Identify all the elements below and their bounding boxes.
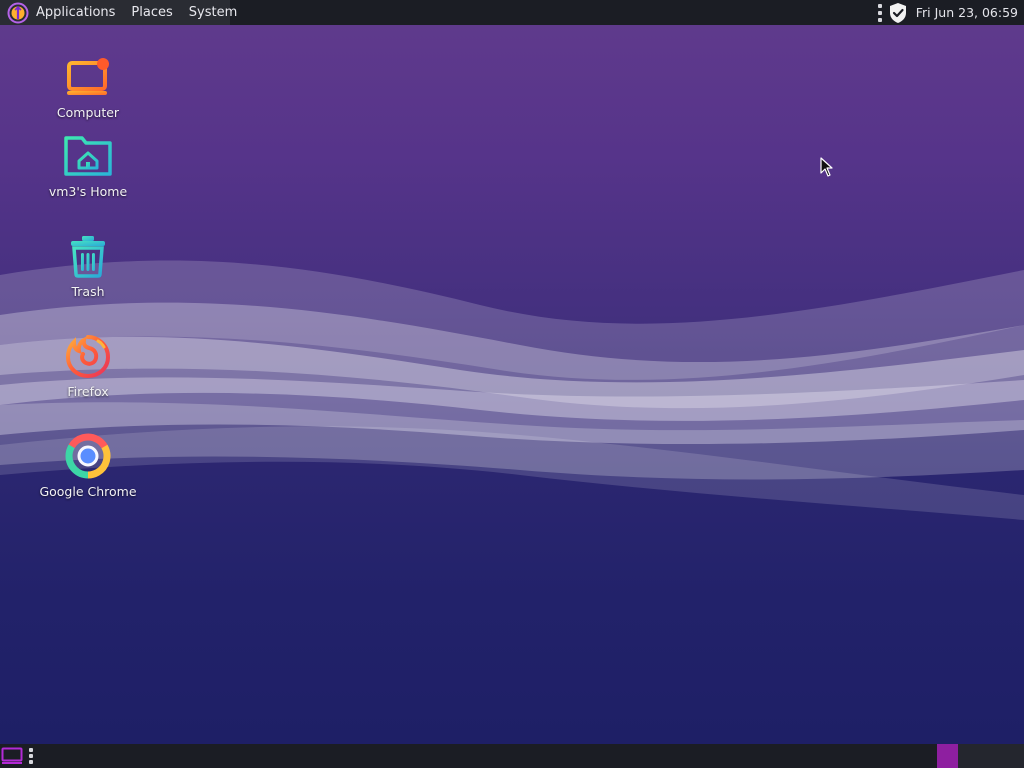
desktop-icon-label: Google Chrome <box>39 484 137 499</box>
more-dots-icon[interactable] <box>877 3 883 22</box>
menu-applications[interactable]: Applications <box>31 0 120 25</box>
workspace-switcher-1[interactable] <box>937 744 958 768</box>
system-tray: Fri Jun 23, 06:59 <box>877 0 1024 25</box>
desktop-icon-label: Computer <box>56 105 120 120</box>
bottom-panel <box>0 744 1024 768</box>
desktop-icon-home[interactable]: vm3's Home <box>28 130 148 199</box>
desktop-icon-computer[interactable]: Computer <box>28 51 148 120</box>
applications-logo-icon[interactable] <box>7 2 29 24</box>
workspace-switcher-2[interactable] <box>958 744 1024 768</box>
desktop-background[interactable]: Computer vm3's Home Trash Firefox Google… <box>0 25 1024 744</box>
home-folder-icon <box>62 130 114 182</box>
trash-icon <box>62 230 114 282</box>
computer-icon <box>62 51 114 103</box>
chrome-icon <box>62 430 114 482</box>
top-panel: Applications Places System Fri Jun 23, 0… <box>0 0 1024 25</box>
firefox-icon <box>62 330 114 382</box>
more-dots-icon[interactable] <box>28 748 33 764</box>
desktop-icon-firefox[interactable]: Firefox <box>28 330 148 399</box>
show-desktop-icon[interactable] <box>1 747 23 765</box>
menu-system[interactable]: System <box>184 0 242 25</box>
desktop-icon-label: Trash <box>71 284 105 299</box>
main-menu-bar: Applications Places System <box>0 0 237 25</box>
desktop-icon-chrome[interactable]: Google Chrome <box>28 430 148 499</box>
wallpaper-waves <box>0 260 1024 520</box>
shield-check-icon[interactable] <box>888 2 908 24</box>
desktop-icon-label: Firefox <box>67 384 109 399</box>
menu-places[interactable]: Places <box>126 0 177 25</box>
desktop-icon-label: vm3's Home <box>48 184 128 199</box>
desktop-icon-trash[interactable]: Trash <box>28 230 148 299</box>
clock[interactable]: Fri Jun 23, 06:59 <box>916 5 1024 20</box>
mouse-pointer-icon <box>820 157 833 177</box>
